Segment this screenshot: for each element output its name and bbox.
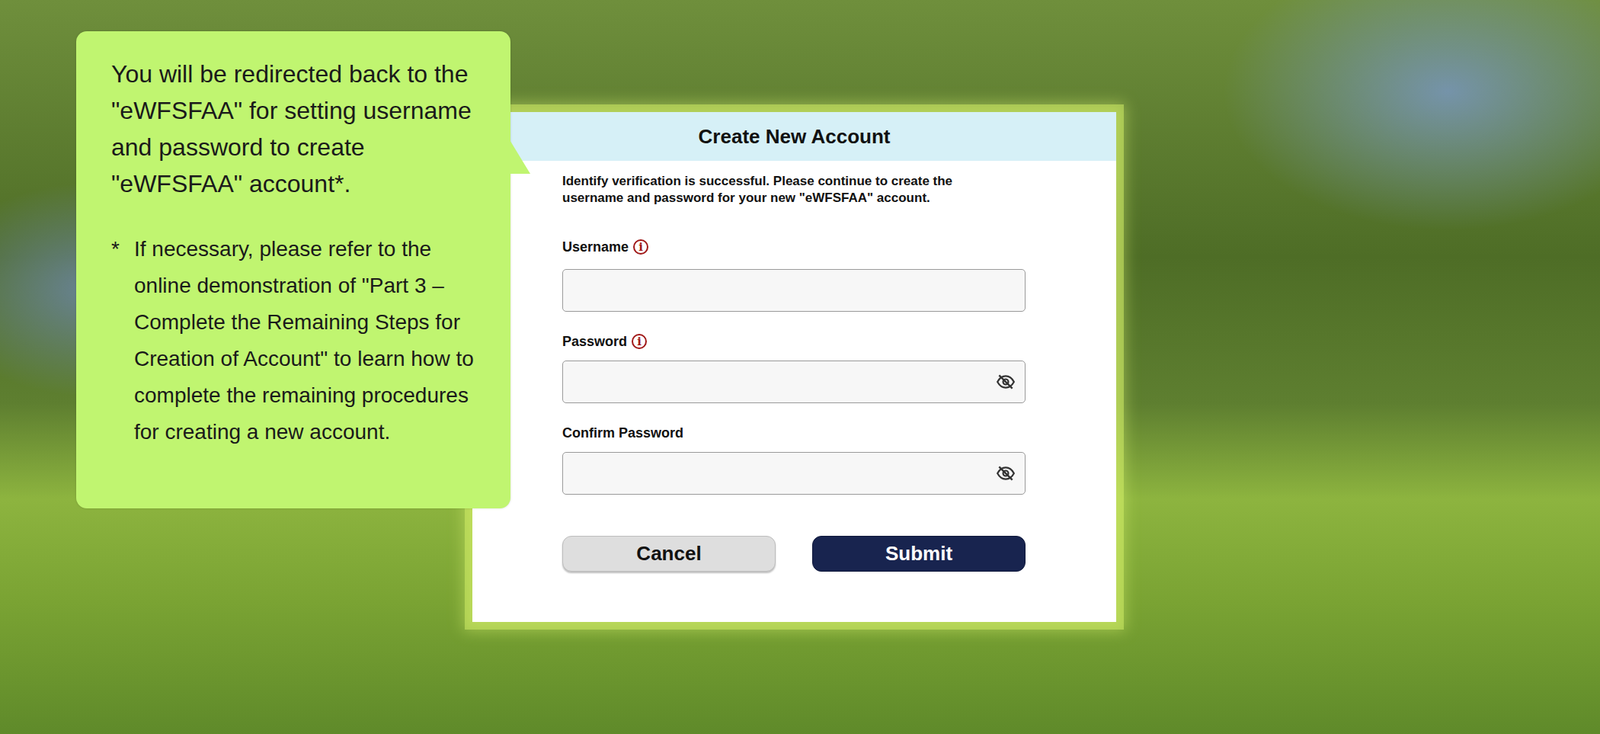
hide-password-icon[interactable]	[995, 371, 1016, 392]
cancel-button[interactable]: Cancel	[562, 535, 776, 572]
dialog-title: Create New Account	[472, 112, 1117, 161]
info-icon[interactable]: i	[633, 239, 649, 255]
field-label-row: Usernamei	[562, 236, 1026, 257]
field-label-row: Passwordi	[562, 331, 1026, 352]
password-input[interactable]	[562, 360, 1026, 404]
field-label: Username	[562, 239, 629, 256]
hide-password-icon[interactable]	[995, 463, 1016, 484]
dialog-message: Identify verification is successful. Ple…	[562, 172, 989, 207]
form-field: Confirm Password	[562, 422, 1026, 495]
dialog-body: Identify verification is successful. Ple…	[472, 160, 1117, 622]
info-icon[interactable]: i	[631, 333, 647, 349]
callout-message: You will be redirected back to the "eWFS…	[111, 55, 485, 202]
text-input[interactable]	[562, 268, 1026, 312]
field-label: Password	[562, 333, 628, 350]
create-account-dialog: Create New Account Identify verification …	[472, 112, 1117, 622]
callout-note: *If necessary, please refer to the onlin…	[111, 230, 485, 451]
password-input[interactable]	[562, 451, 1026, 495]
form-field: Usernamei	[562, 236, 1026, 312]
field-label-row: Confirm Password	[562, 422, 1026, 443]
callout-bubble: You will be redirected back to the "eWFS…	[76, 31, 511, 509]
submit-button[interactable]: Submit	[812, 535, 1026, 572]
note-marker: *	[111, 230, 135, 451]
form-field: Passwordi	[562, 331, 1026, 404]
button-row: Cancel Submit	[562, 535, 1026, 572]
field-label: Confirm Password	[562, 425, 684, 442]
note-text: If necessary, please refer to the online…	[134, 230, 485, 451]
